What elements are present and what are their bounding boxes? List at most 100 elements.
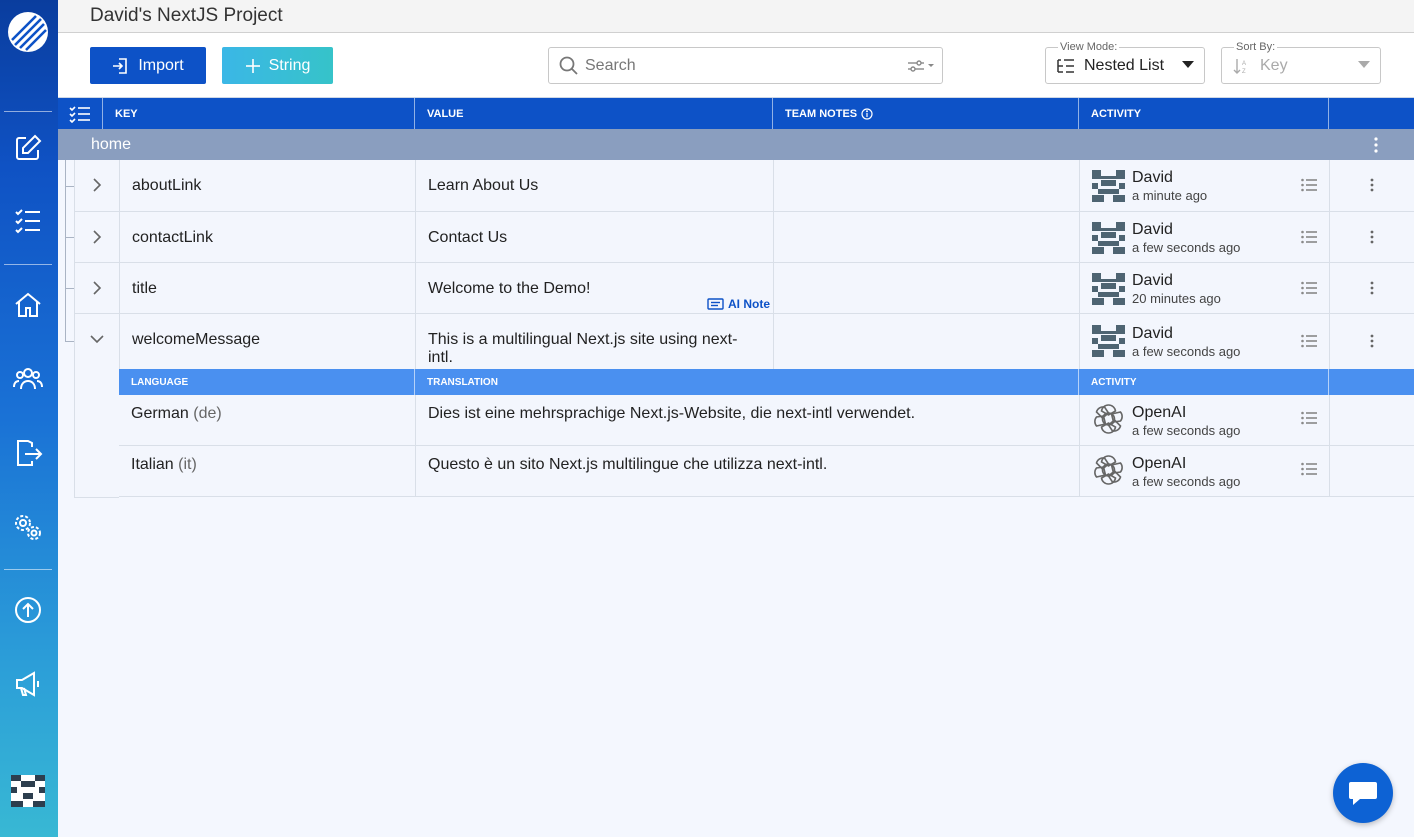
team-notes-cell[interactable] [773,160,1079,211]
view-mode-select[interactable]: View Mode: Nested List [1045,41,1205,84]
user-avatar [1092,222,1125,254]
upload-icon[interactable] [11,593,45,627]
import-button[interactable]: Import [90,47,206,84]
row-menu[interactable] [1329,314,1414,369]
sort-by-select[interactable]: Sort By: AZ Key [1221,41,1381,84]
table-row[interactable]: welcomeMessage This is a multilingual Ne… [74,314,1414,369]
checklist-icon[interactable] [11,204,45,238]
activity-time: a few seconds ago [1132,474,1241,489]
row-menu[interactable] [1329,263,1414,313]
megaphone-icon[interactable] [11,667,45,701]
checklist-icon [69,105,90,123]
group-name: home [91,136,132,153]
edit-icon[interactable] [11,131,45,165]
export-icon[interactable] [11,436,45,470]
note-icon [707,298,724,311]
svg-text:A: A [1242,61,1246,67]
activity-user: OpenAI [1132,404,1187,421]
activity-time: a few seconds ago [1132,344,1241,359]
empty-cell [1329,446,1414,496]
row-menu[interactable] [1329,160,1414,211]
activity-cell: David a few seconds ago [1079,314,1329,369]
group-row-home[interactable]: home [58,129,1414,160]
more-vertical-icon [1370,230,1374,244]
string-value: Welcome to the Demo! [428,280,591,297]
string-value-cell[interactable]: Welcome to the Demo! AI Note [415,263,773,313]
translation-row[interactable]: Italian (it) Questo è un sito Next.js mu… [119,446,1414,497]
activity-cell: OpenAI a few seconds ago [1079,446,1329,496]
history-list-icon[interactable] [1301,281,1317,295]
string-key[interactable]: title [119,263,415,313]
table-row[interactable]: title Welcome to the Demo! AI Note David… [74,263,1414,314]
row-menu[interactable] [1329,212,1414,262]
string-value[interactable]: This is a multilingual Next.js site usin… [415,314,773,369]
team-notes-cell[interactable] [773,314,1079,369]
filter-icon[interactable] [906,58,936,74]
string-key[interactable]: contactLink [119,212,415,262]
ai-note-label: AI Note [728,296,770,311]
chevron-right-icon [93,178,102,192]
expanded-gutter [74,369,119,498]
user-avatar[interactable] [11,775,45,807]
translation-text[interactable]: Questo è un sito Next.js multilingue che… [415,446,1079,496]
user-avatar [1092,325,1125,357]
app-logo[interactable] [6,10,50,54]
column-header-language: LANGUAGE [119,369,415,395]
table-row[interactable]: aboutLink Learn About Us David a minute … [74,160,1414,212]
column-header-activity[interactable]: ACTIVITY [1079,98,1329,129]
chevron-down-icon [1182,61,1194,68]
tree-line [65,341,74,342]
view-mode-value: Nested List [1084,57,1165,74]
string-key[interactable]: welcomeMessage [119,314,415,369]
expand-toggle[interactable] [74,212,119,262]
history-list-icon[interactable] [1301,462,1317,476]
team-notes-cell[interactable] [773,263,1079,313]
column-header-key[interactable]: KEY [103,98,415,129]
translation-row[interactable]: German (de) Dies ist eine mehrsprachige … [119,395,1414,446]
home-icon[interactable] [11,288,45,322]
select-all-toggle[interactable] [58,98,103,129]
ai-note-link[interactable]: AI Note [707,296,770,311]
language-cell: Italian (it) [119,446,415,496]
users-icon[interactable] [11,361,45,395]
import-label: Import [138,56,184,74]
history-list-icon[interactable] [1301,230,1317,244]
string-label: String [268,56,311,74]
activity-cell: OpenAI a few seconds ago [1079,395,1329,445]
translation-text[interactable]: Dies ist eine mehrsprachige Next.js-Webs… [415,395,1079,445]
string-value[interactable]: Learn About Us [415,160,773,211]
more-vertical-icon[interactable] [1374,137,1378,153]
column-header-team-notes[interactable]: TEAM NOTES [773,98,1079,129]
string-key[interactable]: aboutLink [119,160,415,211]
search-input[interactable] [585,54,895,78]
info-icon[interactable] [861,107,873,120]
language-cell: German (de) [119,395,415,445]
chevron-right-icon [93,281,102,295]
plus-icon [245,58,260,73]
history-list-icon[interactable] [1301,178,1317,192]
search-box [548,47,943,84]
translations-header: LANGUAGE TRANSLATION ACTIVITY [119,369,1414,395]
add-string-button[interactable]: String [222,47,333,84]
activity-cell: David 20 minutes ago [1079,263,1329,313]
history-list-icon[interactable] [1301,411,1317,425]
column-header-value[interactable]: VALUE [415,98,773,129]
language-name: Italian [131,456,174,473]
expand-toggle[interactable] [74,263,119,313]
column-header-activity: ACTIVITY [1079,369,1329,395]
toolbar: Import String View Mode: Nested List Sor… [58,33,1414,98]
team-notes-cell[interactable] [773,212,1079,262]
expand-toggle[interactable] [74,160,119,211]
view-mode-label: View Mode: [1058,41,1120,53]
tree-line [65,160,74,342]
table-row[interactable]: contactLink Contact Us David a few secon… [74,212,1414,263]
settings-icon[interactable] [11,510,45,544]
chat-button[interactable] [1333,763,1393,823]
more-vertical-icon [1370,178,1374,192]
title-bar: David's NextJS Project [58,0,1414,33]
history-list-icon[interactable] [1301,334,1317,348]
sidebar-divider [4,569,52,570]
string-value[interactable]: Contact Us [415,212,773,262]
chevron-right-icon [93,230,102,244]
collapse-toggle[interactable] [74,314,119,369]
